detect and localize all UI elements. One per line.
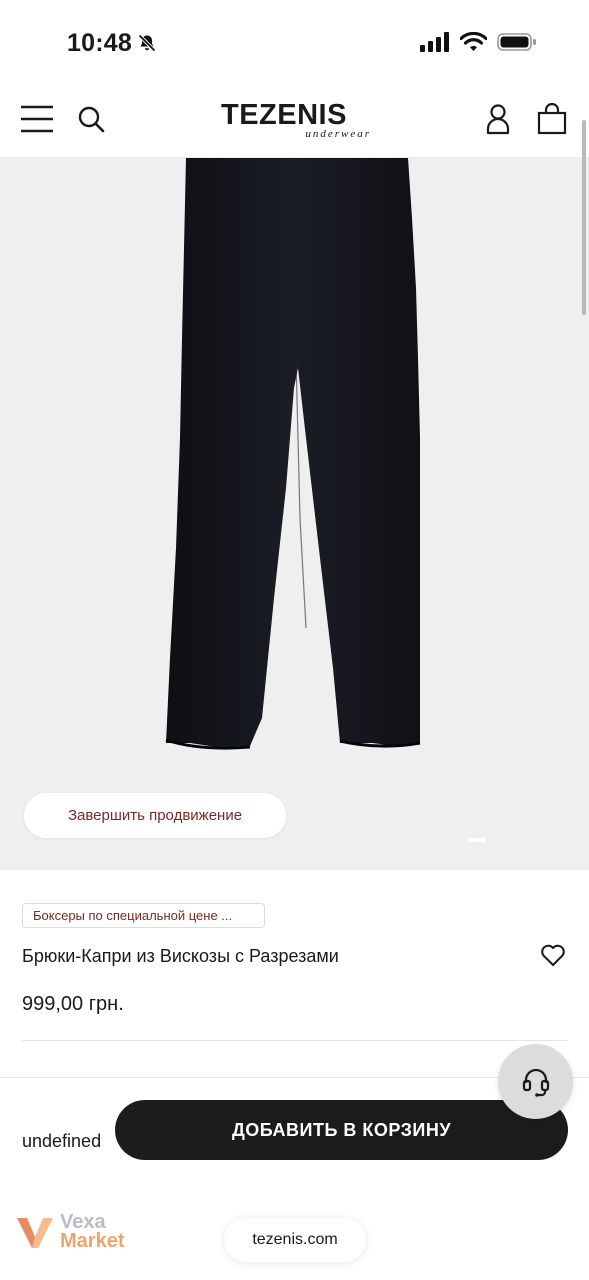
add-to-cart-button[interactable]: ДОБАВИТЬ В КОРЗИНУ [115, 1100, 568, 1160]
heart-icon[interactable] [540, 943, 566, 967]
product-info: Боксеры по специальной цене ... Брюки-Ка… [0, 870, 589, 1080]
site-header: TEZENIS underwear [0, 80, 589, 158]
promo-badge[interactable]: Боксеры по специальной цене ... [22, 903, 265, 928]
wifi-icon [460, 32, 487, 51]
selected-variant-text: undefined [22, 1131, 102, 1151]
logo-wordmark: TEZENIS [221, 99, 347, 131]
brand-logo[interactable]: TEZENIS underwear [221, 100, 373, 142]
product-title: Брюки-Капри из Вискозы с Разрезами [22, 946, 339, 966]
status-bar: 10:48 [0, 0, 589, 80]
status-time: 10:48 [67, 29, 132, 57]
watermark-text: Vexa Market [60, 1212, 125, 1252]
product-image[interactable] [0, 158, 589, 870]
end-promotion-button[interactable]: Завершить продвижение [24, 793, 286, 838]
browser-address-bar[interactable]: tezenis.com [224, 1218, 366, 1262]
cellular-signal-icon [420, 32, 449, 52]
customer-support-button[interactable] [498, 1044, 573, 1119]
watermark-line2: Market [60, 1230, 125, 1252]
headset-icon [522, 1068, 549, 1097]
status-indicators [420, 32, 537, 52]
vexa-logo-icon [17, 1218, 53, 1248]
search-icon[interactable] [77, 105, 105, 133]
product-price: 999,00 грн. [22, 993, 124, 1015]
product-gallery[interactable]: Завершить продвижение [0, 158, 589, 870]
divider [22, 1040, 567, 1041]
account-icon[interactable] [484, 103, 512, 135]
hamburger-menu-icon[interactable] [20, 104, 54, 134]
gallery-pagination-dot[interactable] [468, 838, 486, 842]
bell-off-icon [138, 34, 156, 52]
shopping-bag-icon[interactable] [537, 103, 567, 135]
logo-tagline: underwear [305, 128, 371, 140]
page-scrollbar[interactable] [582, 120, 586, 315]
vexa-market-watermark: Vexa Market [16, 1212, 125, 1252]
battery-icon [497, 33, 536, 51]
